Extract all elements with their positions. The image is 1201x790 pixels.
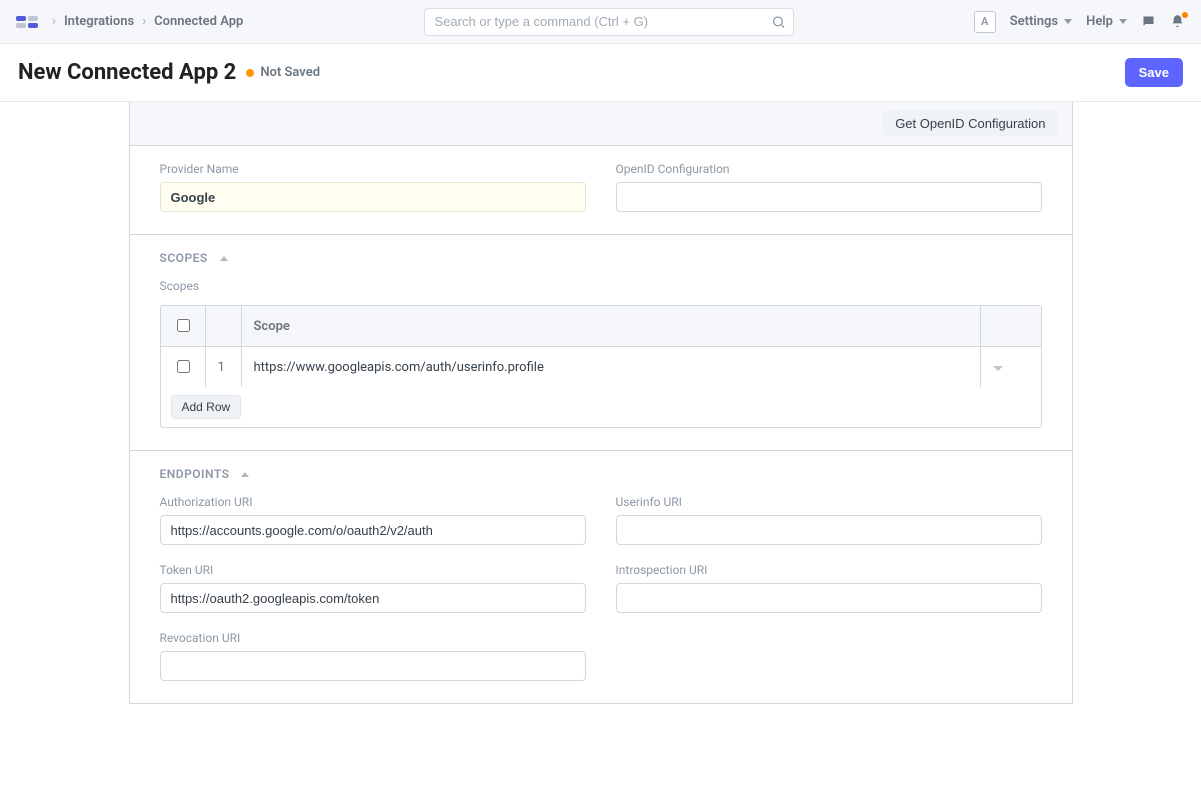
column-checkbox xyxy=(161,306,206,347)
content: Get OpenID Configuration Provider Name O… xyxy=(0,102,1201,744)
get-openid-config-button[interactable]: Get OpenID Configuration xyxy=(883,110,1057,137)
status-dot-icon xyxy=(246,69,254,77)
navbar: › Integrations › Connected App A Setting… xyxy=(0,0,1201,44)
breadcrumb-link-integrations[interactable]: Integrations xyxy=(64,14,134,29)
chevron-down-icon xyxy=(1064,19,1072,24)
field-openid-config: OpenID Configuration xyxy=(616,162,1042,212)
settings-menu[interactable]: Settings xyxy=(1010,14,1072,29)
help-label: Help xyxy=(1086,14,1113,29)
section-header-scopes[interactable]: Scopes xyxy=(160,251,1042,265)
chevron-right-icon: › xyxy=(52,14,56,29)
label-openid-config: OpenID Configuration xyxy=(616,162,1042,176)
app-logo[interactable] xyxy=(16,16,38,28)
card-toolbar: Get OpenID Configuration xyxy=(130,102,1072,146)
table-header-row: Scope xyxy=(161,306,1041,347)
help-menu[interactable]: Help xyxy=(1086,14,1127,29)
field-token-uri: Token URI xyxy=(160,563,586,613)
nav-right: A Settings Help xyxy=(974,11,1185,33)
input-provider-name[interactable] xyxy=(160,182,586,212)
section-title-scopes: Scopes xyxy=(160,251,208,265)
section-endpoints: Endpoints Authorization URI Userinfo URI… xyxy=(130,450,1072,703)
input-token-uri[interactable] xyxy=(160,583,586,613)
column-scope: Scope xyxy=(241,306,981,347)
search-box xyxy=(424,8,794,36)
breadcrumb-link-connected-app[interactable]: Connected App xyxy=(154,14,243,29)
column-index xyxy=(205,306,241,347)
label-revocation-uri: Revocation URI xyxy=(160,631,586,645)
chevron-up-icon xyxy=(220,256,228,261)
select-all-checkbox[interactable] xyxy=(177,319,190,332)
save-button[interactable]: Save xyxy=(1125,58,1183,87)
status-badge: Not Saved xyxy=(246,65,320,80)
chevron-right-icon: › xyxy=(142,14,146,29)
label-userinfo-uri: Userinfo URI xyxy=(616,495,1042,509)
search-icon xyxy=(771,14,786,29)
input-introspection-uri[interactable] xyxy=(616,583,1042,613)
table-row[interactable]: 1 https://www.googleapis.com/auth/userin… xyxy=(161,347,1041,388)
chevron-up-icon xyxy=(241,472,249,477)
chat-icon[interactable] xyxy=(1141,14,1156,29)
breadcrumb: › Integrations › Connected App xyxy=(52,14,243,29)
settings-label: Settings xyxy=(1010,14,1058,29)
add-row-button[interactable]: Add Row xyxy=(171,395,242,419)
notifications-icon[interactable] xyxy=(1170,14,1185,29)
page-title: New Connected App 2 xyxy=(18,60,236,85)
scopes-table: Scope 1 https://www.googleapis.com/auth/… xyxy=(160,305,1042,428)
section-title-endpoints: Endpoints xyxy=(160,467,230,481)
field-revocation-uri: Revocation URI xyxy=(160,631,586,681)
input-authorization-uri[interactable] xyxy=(160,515,586,545)
field-provider-name: Provider Name xyxy=(160,162,586,212)
chevron-down-icon xyxy=(1119,19,1127,24)
page-header: New Connected App 2 Not Saved Save xyxy=(0,44,1201,102)
form-card: Get OpenID Configuration Provider Name O… xyxy=(129,102,1073,704)
notification-dot xyxy=(1182,12,1188,18)
input-revocation-uri[interactable] xyxy=(160,651,586,681)
field-userinfo-uri: Userinfo URI xyxy=(616,495,1042,545)
section-provider: Provider Name OpenID Configuration xyxy=(130,146,1072,234)
label-introspection-uri: Introspection URI xyxy=(616,563,1042,577)
label-token-uri: Token URI xyxy=(160,563,586,577)
row-checkbox[interactable] xyxy=(177,360,190,373)
status-label: Not Saved xyxy=(260,65,320,80)
label-scopes: Scopes xyxy=(160,279,1042,293)
label-authorization-uri: Authorization URI xyxy=(160,495,586,509)
label-provider-name: Provider Name xyxy=(160,162,586,176)
field-authorization-uri: Authorization URI xyxy=(160,495,586,545)
input-openid-config[interactable] xyxy=(616,182,1042,212)
column-actions xyxy=(981,306,1041,347)
section-scopes: Scopes Scopes Scope xyxy=(130,234,1072,450)
chevron-down-icon xyxy=(993,366,1003,371)
row-actions[interactable] xyxy=(981,347,1041,388)
avatar[interactable]: A xyxy=(974,11,996,33)
cell-scope[interactable]: https://www.googleapis.com/auth/userinfo… xyxy=(241,347,981,388)
section-header-endpoints[interactable]: Endpoints xyxy=(160,467,1042,481)
row-index: 1 xyxy=(205,347,241,388)
search-input[interactable] xyxy=(424,8,794,36)
field-introspection-uri: Introspection URI xyxy=(616,563,1042,613)
input-userinfo-uri[interactable] xyxy=(616,515,1042,545)
